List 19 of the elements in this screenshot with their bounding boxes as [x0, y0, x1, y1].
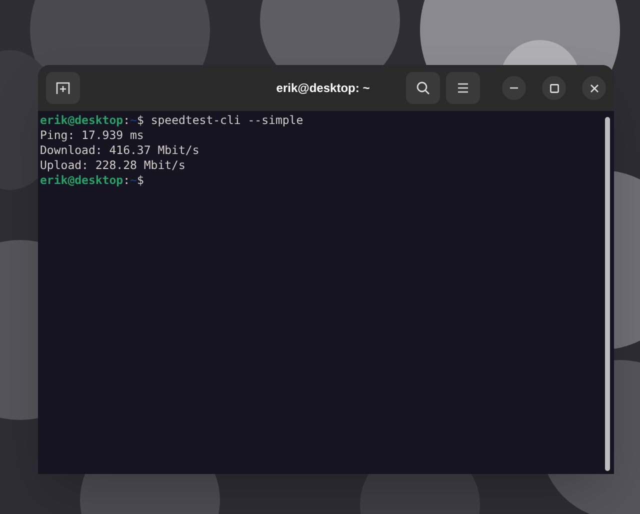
scrollbar[interactable]: [605, 117, 610, 471]
output-line: Download: 416.37 Mbit/s: [40, 143, 200, 158]
close-button[interactable]: [582, 76, 606, 100]
maximize-icon: [550, 84, 558, 92]
prompt-line: erik@desktop:~$ speedtest-cli --simple: [40, 113, 304, 128]
output-line: Ping: 17.939 ms: [40, 128, 145, 143]
new-tab-button[interactable]: [46, 72, 80, 104]
minimize-button[interactable]: [502, 76, 526, 100]
menu-icon: [457, 83, 469, 93]
menu-button[interactable]: [446, 72, 480, 104]
window-title: erik@desktop: ~: [276, 80, 370, 97]
search-button[interactable]: [406, 72, 440, 104]
maximize-button[interactable]: [542, 76, 566, 100]
search-icon: [416, 81, 430, 95]
close-icon: [590, 84, 598, 92]
minimize-icon: [510, 87, 518, 89]
new-tab-icon: [56, 81, 70, 95]
output-line: Upload: 228.28 Mbit/s: [40, 158, 186, 173]
prompt-line: erik@desktop:~$: [40, 173, 145, 188]
